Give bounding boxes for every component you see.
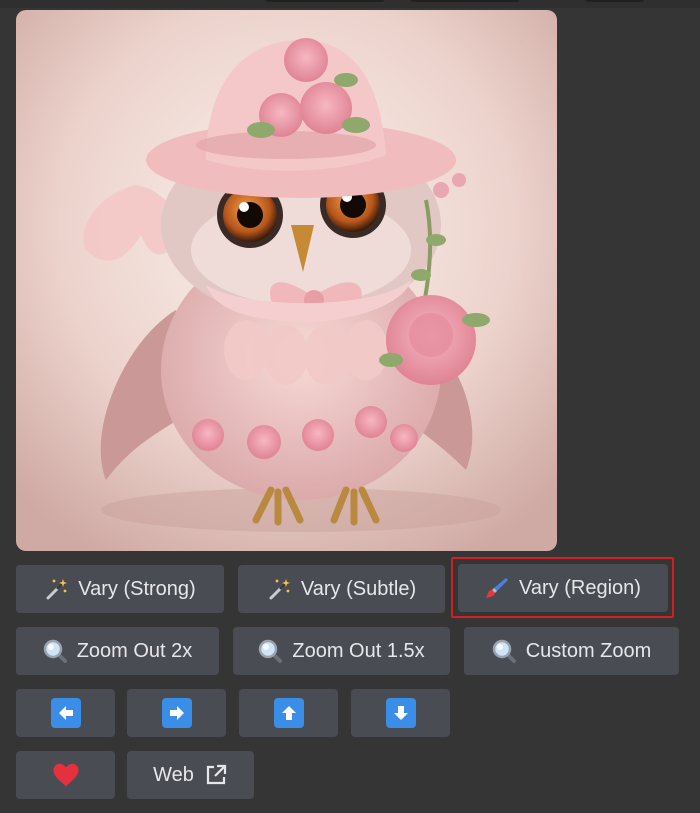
- vary-strong-button[interactable]: Vary (Strong): [16, 565, 224, 613]
- zoom-out-1-5x-label: Zoom Out 1.5x: [292, 640, 425, 662]
- custom-zoom-label: Custom Zoom: [525, 640, 652, 662]
- magic-wand-icon: [44, 577, 68, 601]
- cropped-text: [585, 0, 645, 2]
- top-edge: [0, 0, 700, 8]
- zoom-out-1-5x-button[interactable]: Zoom Out 1.5x: [233, 627, 450, 675]
- vary-region-label: Vary (Region): [519, 577, 641, 599]
- favorite-button[interactable]: [16, 751, 115, 799]
- custom-zoom-button[interactable]: Custom Zoom: [464, 627, 679, 675]
- generated-image[interactable]: [16, 10, 557, 551]
- arrow-right-icon: [161, 698, 192, 728]
- pan-right-button[interactable]: [127, 689, 226, 737]
- owl-image: [16, 10, 557, 551]
- magnifier-icon: [43, 639, 67, 663]
- web-label: Web: [153, 764, 194, 786]
- magnifier-icon: [258, 639, 283, 663]
- paintbrush-icon: [485, 576, 509, 600]
- vary-strong-label: Vary (Strong): [78, 578, 196, 600]
- pan-down-button[interactable]: [351, 689, 450, 737]
- arrow-left-icon: [50, 698, 81, 728]
- cropped-text: [410, 0, 520, 2]
- magnifier-icon: [492, 639, 516, 663]
- web-button[interactable]: Web: [127, 751, 254, 799]
- pan-left-button[interactable]: [16, 689, 115, 737]
- vary-subtle-label: Vary (Subtle): [300, 578, 417, 600]
- cropped-text: [265, 0, 385, 2]
- zoom-out-2x-label: Zoom Out 2x: [76, 640, 193, 662]
- arrow-down-icon: [385, 698, 416, 728]
- zoom-out-2x-button[interactable]: Zoom Out 2x: [16, 627, 219, 675]
- external-link-icon: [204, 763, 228, 787]
- arrow-up-icon: [273, 698, 304, 728]
- magic-wand-icon: [267, 577, 291, 601]
- heart-icon: [51, 760, 81, 790]
- vary-region-button[interactable]: Vary (Region): [458, 564, 668, 612]
- pan-up-button[interactable]: [239, 689, 338, 737]
- vary-subtle-button[interactable]: Vary (Subtle): [238, 565, 445, 613]
